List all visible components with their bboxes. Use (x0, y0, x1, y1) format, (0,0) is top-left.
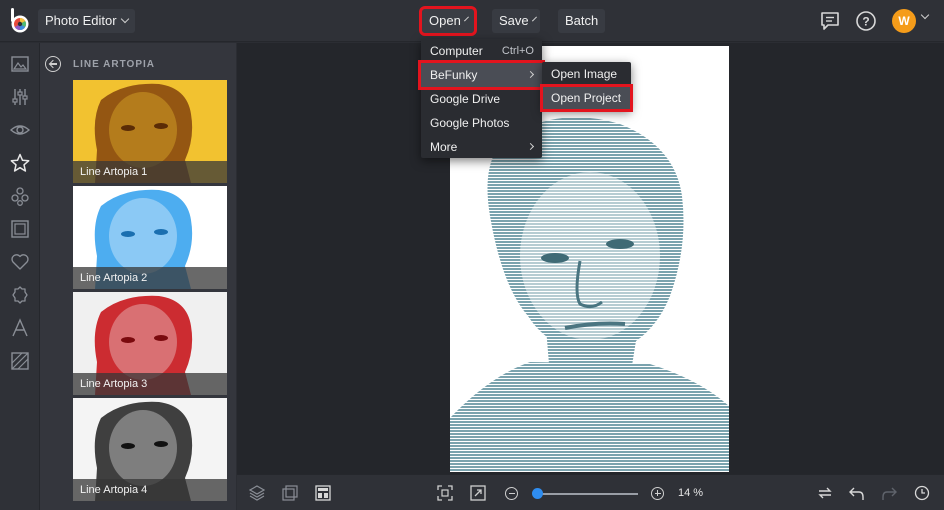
menu-item-more[interactable]: More (421, 135, 542, 159)
menu-item-befunky[interactable]: BeFunky (418, 60, 545, 90)
befunky-submenu: Open Image Open Project (540, 62, 633, 112)
menu-item-google-photos[interactable]: Google Photos (421, 111, 542, 135)
badge-icon[interactable] (10, 285, 30, 305)
thumbnail-label: Line Artopia 2 (73, 267, 227, 289)
text-icon[interactable] (10, 318, 30, 338)
shortcut-label: Ctrl+O (501, 45, 534, 57)
batch-button-label: Batch (565, 13, 599, 28)
star-icon[interactable] (10, 153, 30, 173)
menu-item-label: Google Photos (430, 116, 510, 130)
thumbnail-label: Line Artopia 3 (73, 373, 227, 395)
heart-icon[interactable] (10, 252, 30, 272)
eye-icon[interactable] (10, 120, 30, 140)
tool-rail (0, 43, 40, 510)
open-button-label: Open (429, 13, 461, 28)
redo-icon[interactable] (881, 485, 897, 501)
befunky-logo-icon[interactable] (9, 8, 31, 34)
avatar-chevron-down-icon[interactable] (920, 10, 930, 20)
effects-panel: LINE ARTOPIA Line Artopia 1 Line Artopia… (40, 43, 236, 510)
menu-item-open-image[interactable]: Open Image (542, 62, 631, 86)
menu-item-label: Google Drive (430, 92, 501, 106)
effect-thumbnail-2[interactable]: Line Artopia 2 (73, 186, 227, 289)
menu-item-open-project[interactable]: Open Project (540, 84, 633, 112)
thumbnail-label: Line Artopia 1 (73, 161, 227, 183)
help-icon[interactable]: ? (855, 10, 877, 32)
history-icon[interactable] (914, 485, 930, 501)
menu-item-label: Open Image (551, 67, 618, 81)
graphics-icon[interactable] (10, 186, 30, 206)
menu-item-label: BeFunky (430, 68, 478, 82)
open-dropdown-menu: Computer Ctrl+O BeFunky Google Drive Goo… (418, 39, 545, 159)
back-arrow-icon[interactable] (45, 56, 61, 72)
layers-icon[interactable] (249, 485, 265, 501)
top-bar: Photo Editor Open Save Batch ? W (0, 0, 944, 42)
effect-thumbnail-1[interactable]: Line Artopia 1 (73, 80, 227, 183)
compare-icon[interactable] (282, 485, 298, 501)
open-button[interactable]: Open (419, 6, 477, 36)
undo-icon[interactable] (849, 485, 865, 501)
zoom-level: 14 % (678, 487, 704, 499)
fit-screen-icon[interactable] (437, 485, 453, 501)
chevron-down-icon (463, 16, 469, 22)
chevron-down-icon (531, 16, 537, 22)
chevron-down-icon (120, 14, 129, 24)
textures-icon[interactable] (10, 351, 30, 371)
user-avatar[interactable]: W (892, 9, 916, 33)
thumbnail-label: Line Artopia 4 (73, 479, 227, 501)
frames-icon[interactable] (10, 219, 30, 239)
app-menu-label: Photo Editor (45, 13, 117, 28)
batch-button[interactable]: Batch (558, 9, 605, 33)
image-tools-icon[interactable] (10, 54, 30, 74)
layout-icon[interactable] (315, 485, 331, 501)
photo-editor-app: Photo Editor Open Save Batch ? W LINE AR… (0, 0, 944, 510)
effect-thumbnail-3[interactable]: Line Artopia 3 (73, 292, 227, 395)
adjustments-icon[interactable] (10, 87, 30, 107)
menu-item-google-drive[interactable]: Google Drive (421, 87, 542, 111)
chevron-right-icon (526, 70, 535, 79)
menu-item-computer[interactable]: Computer Ctrl+O (421, 39, 542, 63)
actual-size-icon[interactable] (470, 485, 486, 501)
menu-item-label: Open Project (551, 91, 622, 105)
chevron-right-icon (526, 142, 535, 151)
zoom-in-button[interactable] (651, 487, 664, 500)
menu-item-label: Computer (430, 44, 483, 58)
save-button-label: Save (499, 13, 529, 28)
svg-text:?: ? (862, 15, 869, 29)
zoom-slider-handle[interactable] (532, 488, 543, 499)
menu-item-label: More (430, 140, 458, 154)
zoom-out-button[interactable] (505, 487, 518, 500)
comments-icon[interactable] (819, 10, 841, 32)
effect-thumbnail-4[interactable]: Line Artopia 4 (73, 398, 227, 501)
zoom-slider-track[interactable] (536, 493, 638, 495)
flip-icon[interactable] (817, 485, 833, 501)
app-menu-photo-editor[interactable]: Photo Editor (38, 9, 135, 33)
panel-title: LINE ARTOPIA (73, 59, 156, 70)
save-button[interactable]: Save (492, 9, 540, 33)
bottom-toolbar: 14 % (237, 474, 944, 510)
